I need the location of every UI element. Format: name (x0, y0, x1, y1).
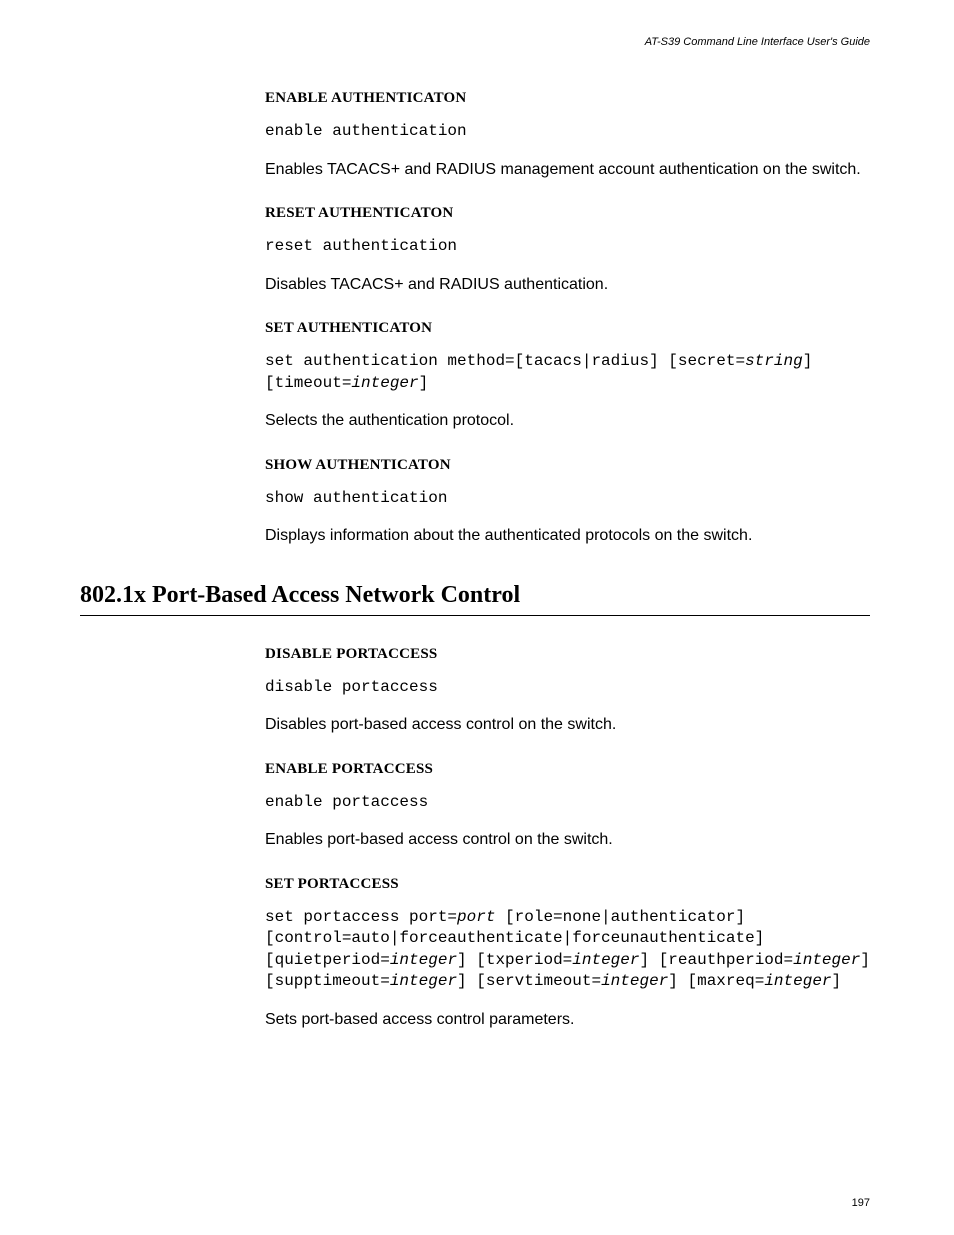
code-enable-port: enable portaccess (265, 792, 870, 814)
heading-set-auth: SET AUTHENTICATON (265, 320, 870, 337)
code-param: port (457, 908, 495, 926)
code-set-auth: set authentication method=[tacacs|radius… (265, 351, 870, 394)
code-param: integer (793, 951, 860, 969)
code-text: set authentication method=[tacacs|radius… (265, 352, 745, 370)
code-text: ] [maxreq= (668, 972, 764, 990)
desc-set-port: Sets port-based access control parameter… (265, 1009, 870, 1031)
desc-enable-auth: Enables TACACS+ and RADIUS management ac… (265, 159, 870, 181)
desc-reset-auth: Disables TACACS+ and RADIUS authenticati… (265, 274, 870, 296)
content-area-2: DISABLE PORTACCESS disable portaccess Di… (265, 646, 870, 1032)
code-param: integer (601, 972, 668, 990)
code-text: ] [reauthperiod= (639, 951, 793, 969)
heading-enable-port: ENABLE PORTACCESS (265, 761, 870, 778)
code-text: ] [servtimeout= (457, 972, 601, 990)
heading-set-port: SET PORTACCESS (265, 876, 870, 893)
code-text: ] (419, 374, 429, 392)
desc-disable-port: Disables port-based access control on th… (265, 714, 870, 736)
code-param: integer (390, 951, 457, 969)
desc-show-auth: Displays information about the authentic… (265, 525, 870, 547)
section-heading-portaccess: 802.1x Port-Based Access Network Control (80, 582, 870, 616)
page-number: 197 (852, 1197, 870, 1209)
heading-enable-auth: ENABLE AUTHENTICATON (265, 90, 870, 107)
code-enable-auth: enable authentication (265, 121, 870, 143)
code-text: ] [txperiod= (457, 951, 572, 969)
spacer (80, 616, 874, 646)
code-text: set portaccess port= (265, 908, 457, 926)
heading-reset-auth: RESET AUTHENTICATON (265, 205, 870, 222)
content-area: ENABLE AUTHENTICATON enable authenticati… (265, 90, 870, 548)
code-reset-auth: reset authentication (265, 236, 870, 258)
code-show-auth: show authentication (265, 488, 870, 510)
running-header: AT-S39 Command Line Interface User's Gui… (80, 36, 874, 48)
heading-disable-port: DISABLE PORTACCESS (265, 646, 870, 663)
code-text: ] (832, 972, 842, 990)
code-disable-port: disable portaccess (265, 677, 870, 699)
code-param: string (745, 352, 803, 370)
code-param: integer (764, 972, 831, 990)
desc-set-auth: Selects the authentication protocol. (265, 410, 870, 432)
heading-show-auth: SHOW AUTHENTICATON (265, 457, 870, 474)
code-set-port: set portaccess port=port [role=none|auth… (265, 907, 870, 993)
code-param: integer (572, 951, 639, 969)
code-param: integer (390, 972, 457, 990)
desc-enable-port: Enables port-based access control on the… (265, 829, 870, 851)
code-param: integer (351, 374, 418, 392)
